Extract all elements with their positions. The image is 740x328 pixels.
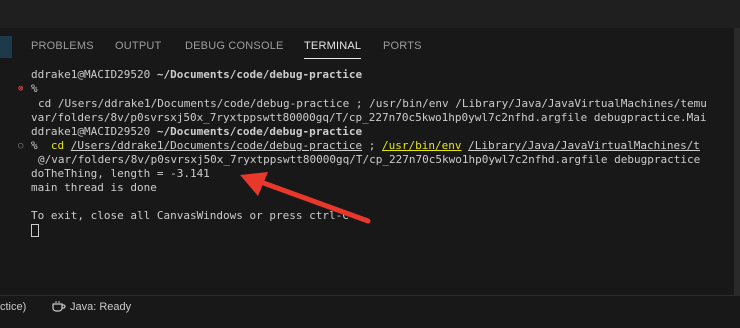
- java-status-label: Java: Ready: [70, 301, 132, 313]
- panel-tabs: PROBLEMS OUTPUT DEBUG CONSOLE TERMINAL P…: [12, 28, 734, 64]
- error-circle-icon[interactable]: ⊗: [18, 82, 23, 96]
- tab-ports[interactable]: PORTS: [383, 40, 422, 52]
- tab-problems[interactable]: PROBLEMS: [31, 40, 94, 52]
- activity-strip: [0, 28, 12, 295]
- activity-accent: [0, 36, 12, 58]
- terminal-prompt: ddrake1@MACID29520 ~/Documents/code/debu…: [31, 68, 363, 81]
- terminal-output: main thread is done: [31, 181, 157, 194]
- terminal-command-line: cd /Users/ddrake1/Documents/code/debug-p…: [38, 97, 707, 110]
- success-circle-icon[interactable]: ○: [18, 139, 23, 153]
- terminal-command-line: % cd /Users/ddrake1/Documents/code/debug…: [31, 139, 700, 152]
- editor-top-area: [0, 0, 740, 28]
- terminal-output: To exit, close all CanvasWindows or pres…: [31, 209, 349, 222]
- tab-debug-console[interactable]: DEBUG CONSOLE: [185, 40, 284, 52]
- terminal-prompt: ddrake1@MACID29520 ~/Documents/code/debu…: [31, 125, 363, 138]
- terminal-cursor: [31, 224, 39, 239]
- terminal-command-line: var/folders/8v/p0svrsxj50x_7ryxtppswtt80…: [31, 111, 707, 124]
- terminal-output: doTheThing, length = -3.141: [31, 167, 210, 180]
- terminal-command-line: @/var/folders/8v/p0svrsxj50x_7ryxtppswtt…: [38, 153, 701, 166]
- status-bar: ctice) Java: Ready: [0, 295, 740, 328]
- panel-scrollbar[interactable]: [734, 28, 740, 295]
- coffee-cup-icon: [52, 301, 66, 312]
- java-status[interactable]: Java: Ready: [52, 300, 131, 313]
- terminal[interactable]: ddrake1@MACID29520 ~/Documents/code/debu…: [12, 64, 734, 295]
- status-item[interactable]: ctice): [0, 301, 26, 313]
- bottom-panel: PROBLEMS OUTPUT DEBUG CONSOLE TERMINAL P…: [12, 28, 734, 295]
- prompt-symbol: %: [31, 82, 38, 95]
- tab-terminal[interactable]: TERMINAL: [304, 40, 362, 59]
- tab-output[interactable]: OUTPUT: [115, 40, 161, 52]
